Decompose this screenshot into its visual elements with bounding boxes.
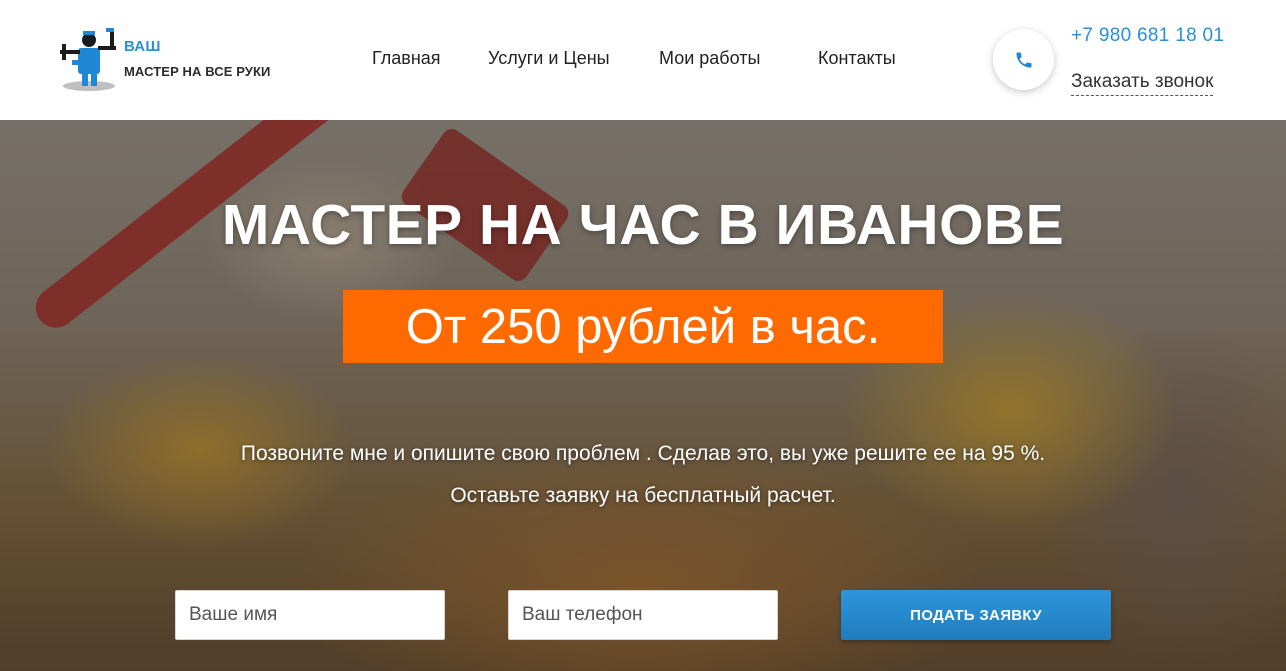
nav-item-home[interactable]: Главная [372,48,441,69]
call-button[interactable] [993,29,1054,90]
hero-title: МАСТЕР НА ЧАС В ИВАНОВЕ [221,193,1065,257]
submit-request-button[interactable]: ПОДАТЬ ЗАЯВКУ [841,590,1111,640]
phone-input[interactable] [508,590,778,640]
hero-subtitle-cta: Оставьте заявку на бесплатный расчет. [450,484,836,507]
nav-item-services[interactable]: Услуги и Цены [488,48,610,69]
hero-subtitle: Позвоните мне и опишите свою проблем . С… [240,442,1046,465]
site-header: ВАШ МАСТЕР НА ВСЕ РУКИ Главная Услуги и … [0,0,1286,120]
name-input[interactable] [175,590,445,640]
nav-item-contacts[interactable]: Контакты [818,48,896,69]
request-callback-link[interactable]: Заказать звонок [1071,71,1214,96]
phone-number-link[interactable]: +7 980 681 18 01 [1071,25,1224,47]
hero-section: МАСТЕР НА ЧАС В ИВАНОВЕ От 250 рублей в … [0,120,1286,671]
price-text: От 250 рублей в час. [405,299,881,354]
price-badge: От 250 рублей в час. [343,290,943,363]
phone-icon [1016,52,1031,67]
nav-item-works[interactable]: Мои работы [659,48,760,69]
